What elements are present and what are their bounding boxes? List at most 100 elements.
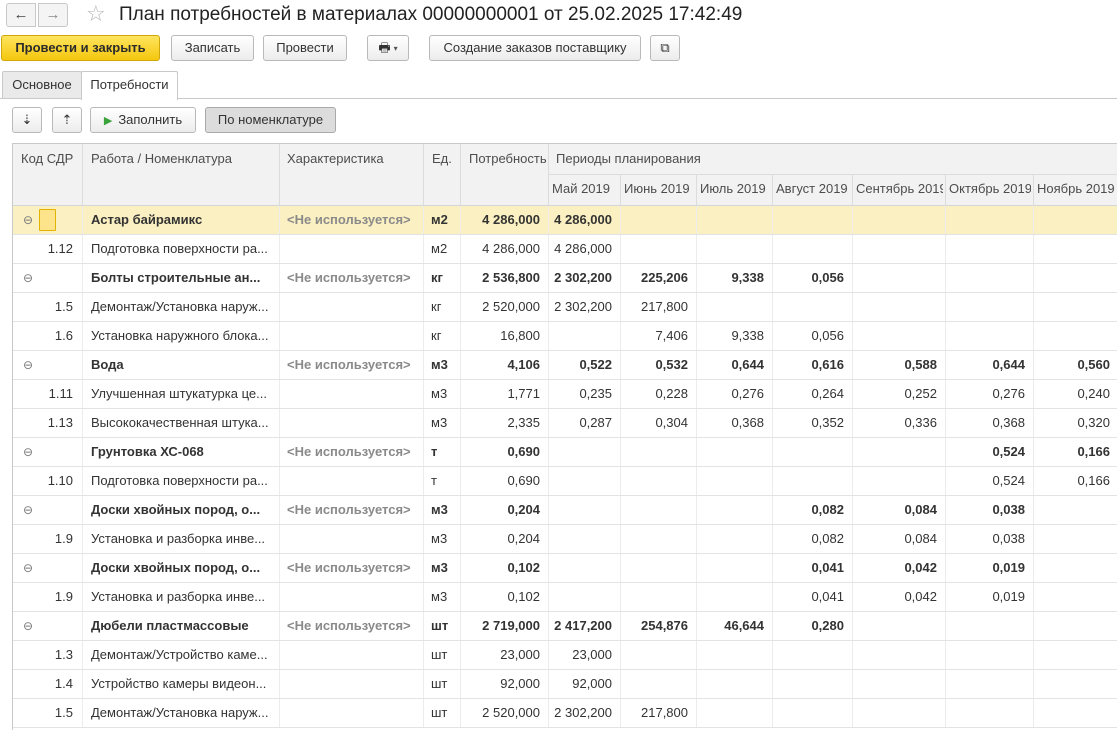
row-characteristic[interactable]	[287, 467, 421, 495]
header-need[interactable]: Потребность	[469, 151, 547, 166]
row-name[interactable]: Подготовка поверхности ра...	[91, 235, 277, 263]
tab-needs[interactable]: Потребности	[81, 71, 178, 100]
row-name[interactable]: Доски хвойных пород, о...	[91, 496, 277, 524]
group-row[interactable]: ⊖ Доски хвойных пород, о... <Не использует…	[13, 496, 1117, 525]
header-month[interactable]: Июнь 2019	[624, 181, 694, 196]
row-name[interactable]: Высококачественная штука...	[91, 409, 277, 437]
column-divider	[460, 322, 461, 350]
favorite-star-icon[interactable]: ☆	[86, 1, 106, 27]
collapse-icon[interactable]: ⊖	[21, 554, 35, 582]
row-characteristic[interactable]	[287, 380, 421, 408]
current-cell-cursor[interactable]	[39, 209, 56, 231]
row-name[interactable]: Болты строительные ан...	[91, 264, 277, 292]
row-characteristic[interactable]	[287, 641, 421, 669]
table-row[interactable]: 1.5 Демонтаж/Установка наруж... шт 2 520,00…	[13, 699, 1117, 728]
row-characteristic[interactable]	[287, 670, 421, 698]
by-nomenclature-toggle[interactable]: По номенклатуре	[205, 107, 336, 133]
row-name[interactable]: Демонтаж/Установка наруж...	[91, 293, 277, 321]
row-month-value	[945, 293, 1025, 321]
row-characteristic[interactable]: <Не используется>	[287, 351, 421, 379]
create-supplier-orders-button[interactable]: Создание заказов поставщику	[429, 35, 641, 61]
group-row[interactable]: ⊖ Вода <Не используется> м3 4,106 0,522 0,532 0…	[13, 351, 1117, 380]
row-month-value	[620, 670, 688, 698]
post-button[interactable]: Провести	[263, 35, 347, 61]
row-name[interactable]: Установка и разборка инве...	[91, 525, 277, 553]
table-row[interactable]: 1.12 Подготовка поверхности ра... м2 4 286,…	[13, 235, 1117, 264]
table-row[interactable]: 1.10 Подготовка поверхности ра... т 0,690 0,…	[13, 467, 1117, 496]
header-month[interactable]: Август 2019	[776, 181, 850, 196]
row-characteristic[interactable]	[287, 583, 421, 611]
row-characteristic[interactable]	[287, 322, 421, 350]
row-name[interactable]: Демонтаж/Установка наруж...	[91, 699, 277, 727]
row-characteristic[interactable]: <Не используется>	[287, 264, 421, 292]
header-unit[interactable]: Ед.	[432, 151, 452, 166]
forward-arrow-icon[interactable]: →	[38, 3, 68, 27]
header-month[interactable]: Сентябрь 2019	[856, 181, 943, 196]
row-characteristic[interactable]: <Не используется>	[287, 438, 421, 466]
fill-button[interactable]: ▶ Заполнить	[90, 107, 196, 133]
row-name[interactable]: Дюбели пластмассовые	[91, 612, 277, 640]
back-arrow-icon[interactable]: ←	[6, 3, 36, 27]
row-month-value: 0,166	[1077, 444, 1110, 459]
row-name[interactable]: Астар байрамикс	[91, 206, 277, 234]
row-characteristic[interactable]	[287, 525, 421, 553]
column-divider	[423, 554, 424, 582]
row-name[interactable]: Грунтовка ХС-068	[91, 438, 277, 466]
collapse-icon[interactable]: ⊖	[21, 496, 35, 524]
row-month-value: 4 286,000	[554, 241, 612, 256]
header-month[interactable]: Май 2019	[552, 181, 618, 196]
row-characteristic[interactable]	[287, 699, 421, 727]
row-name[interactable]: Устройство камеры видеон...	[91, 670, 277, 698]
table-row[interactable]: 1.5 Демонтаж/Установка наруж... кг 2 520,00…	[13, 293, 1117, 322]
row-characteristic[interactable]	[287, 293, 421, 321]
sort-descending-button[interactable]: ⇣	[12, 107, 42, 133]
group-row[interactable]: ⊖ Астар байрамикс <Не используется> м2 4 286…	[13, 206, 1117, 235]
table-row[interactable]: 1.13 Высококачественная штука... м3 2,335 0,…	[13, 409, 1117, 438]
collapse-icon[interactable]: ⊖	[21, 264, 35, 292]
group-row[interactable]: ⊖ Доски хвойных пород, о... <Не использует…	[13, 554, 1117, 583]
table-row[interactable]: 1.11 Улучшенная штукатурка це... м3 1,771 0,…	[13, 380, 1117, 409]
table-row[interactable]: 1.6 Установка наружного блока... кг 16,800 7…	[13, 322, 1117, 351]
column-divider	[82, 641, 83, 669]
row-need: 23,000	[500, 647, 540, 662]
header-code[interactable]: Код СДР	[21, 151, 73, 166]
row-characteristic[interactable]: <Не используется>	[287, 496, 421, 524]
header-month[interactable]: Ноябрь 2019	[1037, 181, 1116, 196]
table-row[interactable]: 1.4 Устройство камеры видеон... шт 92,000 92…	[13, 670, 1117, 699]
table-row[interactable]: 1.9 Установка и разборка инве... м3 0,204 0,…	[13, 525, 1117, 554]
structure-button[interactable]: ⧉	[650, 35, 680, 61]
header-characteristic[interactable]: Характеристика	[287, 151, 384, 166]
row-name[interactable]: Улучшенная штукатурка це...	[91, 380, 277, 408]
row-characteristic[interactable]	[287, 235, 421, 263]
row-name[interactable]: Подготовка поверхности ра...	[91, 467, 277, 495]
group-row[interactable]: ⊖ Дюбели пластмассовые <Не используется> шт…	[13, 612, 1117, 641]
header-month[interactable]: Октябрь 2019	[949, 181, 1031, 196]
collapse-icon[interactable]: ⊖	[21, 438, 35, 466]
row-characteristic[interactable]: <Не используется>	[287, 206, 421, 234]
header-month[interactable]: Июль 2019	[700, 181, 770, 196]
row-characteristic[interactable]: <Не используется>	[287, 554, 421, 582]
header-work[interactable]: Работа / Номенклатура	[91, 151, 232, 166]
column-divider	[423, 322, 424, 350]
group-row[interactable]: ⊖ Болты строительные ан... <Не используетс…	[13, 264, 1117, 293]
row-name[interactable]: Вода	[91, 351, 277, 379]
sort-ascending-button[interactable]: ⇡	[52, 107, 82, 133]
tab-main[interactable]: Основное	[2, 71, 82, 99]
row-name[interactable]: Демонтаж/Устройство каме...	[91, 641, 277, 669]
row-characteristic[interactable]: <Не используется>	[287, 612, 421, 640]
row-name[interactable]: Установка и разборка инве...	[91, 583, 277, 611]
row-name[interactable]: Установка наружного блока...	[91, 322, 277, 350]
collapse-icon[interactable]: ⊖	[21, 206, 35, 234]
print-button[interactable]: 🖶 ▾	[367, 35, 409, 61]
table-row[interactable]: 1.3 Демонтаж/Устройство каме... шт 23,000 23…	[13, 641, 1117, 670]
row-name[interactable]: Доски хвойных пород, о...	[91, 554, 277, 582]
row-characteristic[interactable]	[287, 409, 421, 437]
collapse-icon[interactable]: ⊖	[21, 612, 35, 640]
save-button[interactable]: Записать	[171, 35, 254, 61]
collapse-icon[interactable]: ⊖	[21, 351, 35, 379]
post-and-close-button[interactable]: Провести и закрыть	[1, 35, 160, 61]
column-divider	[423, 351, 424, 379]
group-row[interactable]: ⊖ Грунтовка ХС-068 <Не используется> т 0,690…	[13, 438, 1117, 467]
row-month-value	[548, 467, 612, 495]
table-row[interactable]: 1.9 Установка и разборка инве... м3 0,102 0,…	[13, 583, 1117, 612]
